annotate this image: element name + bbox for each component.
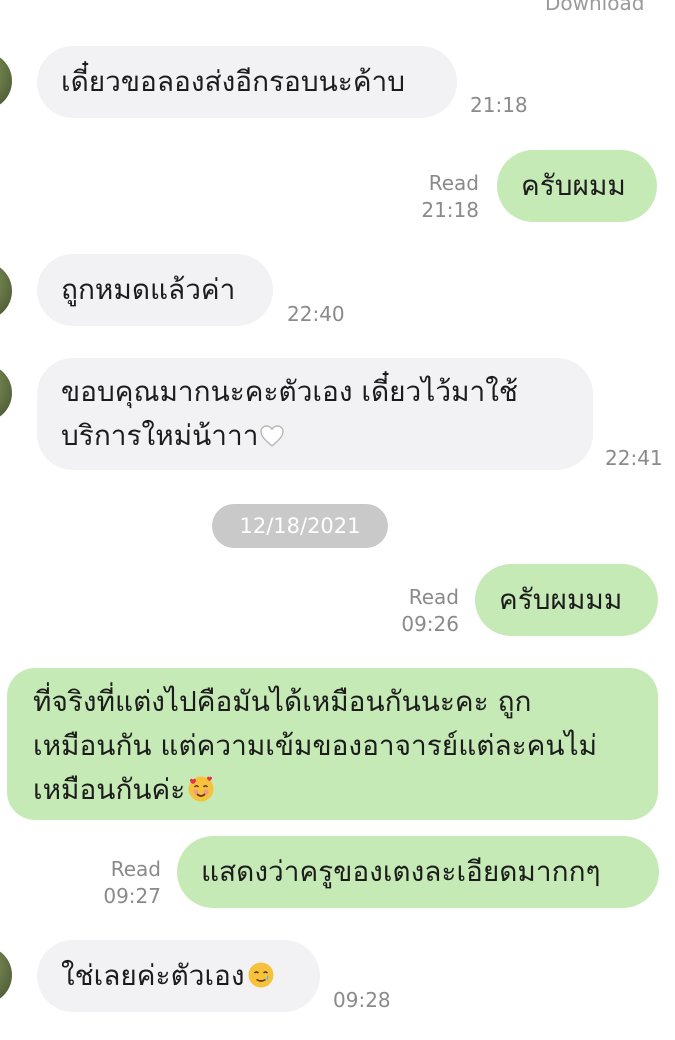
message-time: 09:28	[333, 988, 391, 1012]
message-time: 22:40	[287, 302, 345, 326]
message-text-line: ขอบคุณมากนะคะตัวเอง เดี๋ยวไว้มาใช้	[61, 375, 518, 408]
read-receipt: Read	[110, 857, 161, 881]
message-time: 09:26	[401, 612, 459, 636]
incoming-message[interactable]: เดี๋ยวขอลองส่งอีกรอบนะค้าบ	[37, 46, 457, 118]
contact-avatar[interactable]	[0, 946, 12, 1004]
message-text-line: เหมือนกัน แต่ความเข้มของอาจารย์แต่ละคนไม…	[33, 729, 598, 762]
incoming-message[interactable]: ขอบคุณมากนะคะตัวเอง เดี๋ยวไว้มาใช้ บริกา…	[37, 358, 593, 470]
read-receipt: Read	[408, 585, 459, 609]
message-text: เดี๋ยวขอลองส่งอีกรอบนะค้าบ	[61, 65, 406, 98]
message-text-line: เหมือนกันค่ะ	[33, 768, 658, 812]
message-text: ครับผมม	[521, 169, 626, 202]
message-text: ถูกหมดแล้วค่า	[61, 273, 236, 306]
message-time: 21:18	[421, 198, 479, 222]
message-time: 22:41	[605, 446, 663, 470]
message-text: ครับผมมม	[499, 583, 623, 616]
contact-avatar[interactable]	[0, 52, 12, 110]
smiling-face-with-hearts-icon	[188, 776, 214, 802]
download-label[interactable]: Download	[545, 0, 644, 16]
contact-avatar[interactable]	[0, 364, 12, 422]
date-separator: 12/18/2021	[212, 504, 388, 548]
smiling-face-with-tear-icon	[248, 962, 274, 988]
chat-view[interactable]: Download เดี๋ยวขอลองส่งอีกรอบนะค้าบ 21:1…	[0, 0, 675, 1040]
white-heart-icon	[260, 425, 285, 447]
incoming-message[interactable]: ถูกหมดแล้วค่า	[37, 254, 273, 326]
read-receipt: Read	[428, 171, 479, 195]
contact-avatar[interactable]	[0, 262, 12, 320]
message-text: แสดงว่าครูของเตงละเอียดมากกๆ	[201, 855, 601, 888]
incoming-message[interactable]: ใช่เลยค่ะตัวเอง	[37, 940, 320, 1012]
message-time: 21:18	[470, 93, 528, 117]
message-text-line: บริการใหม่น้าาา	[61, 414, 593, 458]
outgoing-message[interactable]: แสดงว่าครูของเตงละเอียดมากกๆ	[177, 836, 659, 908]
outgoing-message[interactable]: ที่จริงที่แต่งไปคือมันได้เหมือนกันนะคะ ถ…	[7, 668, 658, 820]
outgoing-message[interactable]: ครับผมม	[497, 150, 657, 222]
message-text-line: ที่จริงที่แต่งไปคือมันได้เหมือนกันนะคะ ถ…	[33, 685, 532, 718]
message-text: ใช่เลยค่ะตัวเอง	[61, 954, 320, 998]
outgoing-message[interactable]: ครับผมมม	[475, 564, 658, 636]
message-time: 09:27	[103, 884, 161, 908]
